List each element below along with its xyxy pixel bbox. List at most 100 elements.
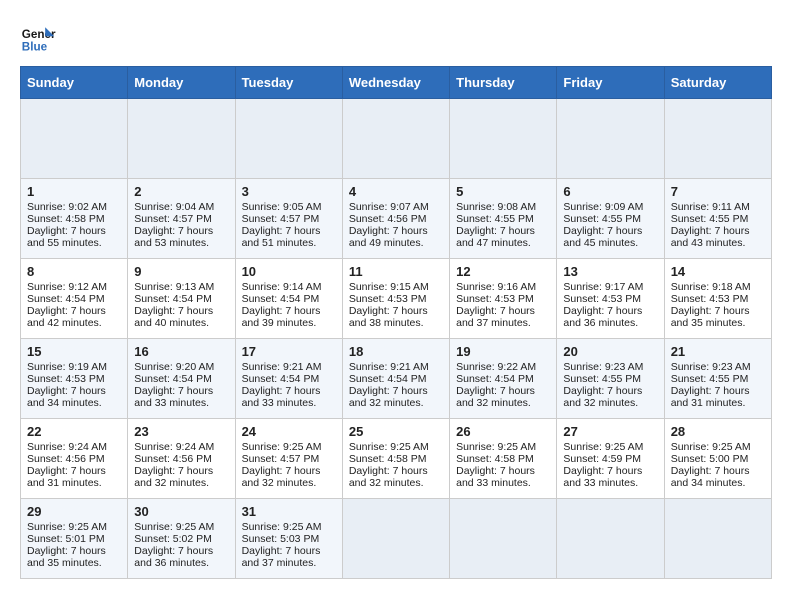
sunset-text: Sunset: 4:56 PM (134, 453, 212, 465)
sunset-text: Sunset: 4:56 PM (349, 213, 427, 225)
daylight-text: Daylight: 7 hours and 32 minutes. (349, 465, 428, 489)
logo: General Blue (20, 20, 60, 56)
day-number: 25 (349, 424, 443, 439)
header-thursday: Thursday (450, 67, 557, 99)
day-number: 19 (456, 344, 550, 359)
daylight-text: Daylight: 7 hours and 32 minutes. (563, 385, 642, 409)
sunset-text: Sunset: 4:54 PM (134, 373, 212, 385)
sunset-text: Sunset: 4:54 PM (349, 373, 427, 385)
calendar-week-5: 22Sunrise: 9:24 AMSunset: 4:56 PMDayligh… (21, 419, 772, 499)
daylight-text: Daylight: 7 hours and 32 minutes. (456, 385, 535, 409)
day-number: 9 (134, 264, 228, 279)
daylight-text: Daylight: 7 hours and 37 minutes. (456, 305, 535, 329)
sunrise-text: Sunrise: 9:25 AM (134, 521, 214, 533)
calendar-cell: 19Sunrise: 9:22 AMSunset: 4:54 PMDayligh… (450, 339, 557, 419)
svg-text:Blue: Blue (22, 41, 48, 54)
sunset-text: Sunset: 4:56 PM (27, 453, 105, 465)
day-number: 21 (671, 344, 765, 359)
daylight-text: Daylight: 7 hours and 32 minutes. (242, 465, 321, 489)
sunset-text: Sunset: 4:54 PM (27, 293, 105, 305)
sunrise-text: Sunrise: 9:14 AM (242, 281, 322, 293)
page-header: General Blue (20, 20, 772, 56)
header-wednesday: Wednesday (342, 67, 449, 99)
daylight-text: Daylight: 7 hours and 33 minutes. (456, 465, 535, 489)
calendar-cell: 11Sunrise: 9:15 AMSunset: 4:53 PMDayligh… (342, 259, 449, 339)
day-number: 22 (27, 424, 121, 439)
day-number: 7 (671, 184, 765, 199)
sunrise-text: Sunrise: 9:13 AM (134, 281, 214, 293)
sunset-text: Sunset: 4:57 PM (134, 213, 212, 225)
sunrise-text: Sunrise: 9:18 AM (671, 281, 751, 293)
calendar-cell: 4 Sunrise: 9:07 AMSunset: 4:56 PMDaylight… (342, 179, 449, 259)
calendar-cell (21, 99, 128, 179)
sunrise-text: Sunrise: 9:05 AM (242, 201, 322, 213)
daylight-text: Daylight: 7 hours and 32 minutes. (349, 385, 428, 409)
sunrise-text: Sunrise: 9:17 AM (563, 281, 643, 293)
day-number: 8 (27, 264, 121, 279)
daylight-text: Daylight: 7 hours and 39 minutes. (242, 305, 321, 329)
day-number: 4 (349, 184, 443, 199)
calendar-cell: 12Sunrise: 9:16 AMSunset: 4:53 PMDayligh… (450, 259, 557, 339)
calendar-cell: 13Sunrise: 9:17 AMSunset: 4:53 PMDayligh… (557, 259, 664, 339)
calendar-week-3: 8Sunrise: 9:12 AMSunset: 4:54 PMDaylight… (21, 259, 772, 339)
day-number: 31 (242, 504, 336, 519)
daylight-text: Daylight: 7 hours and 37 minutes. (242, 545, 321, 569)
calendar-cell (557, 499, 664, 579)
day-number: 16 (134, 344, 228, 359)
sunset-text: Sunset: 4:53 PM (563, 293, 641, 305)
sunrise-text: Sunrise: 9:25 AM (242, 521, 322, 533)
sunrise-text: Sunrise: 9:22 AM (456, 361, 536, 373)
sunrise-text: Sunrise: 9:02 AM (27, 201, 107, 213)
calendar-cell: 7Sunrise: 9:11 AMSunset: 4:55 PMDaylight… (664, 179, 771, 259)
sunrise-text: Sunrise: 9:20 AM (134, 361, 214, 373)
day-number: 18 (349, 344, 443, 359)
sunrise-text: Sunrise: 9:25 AM (242, 441, 322, 453)
calendar-table: SundayMondayTuesdayWednesdayThursdayFrid… (20, 66, 772, 579)
daylight-text: Daylight: 7 hours and 45 minutes. (563, 225, 642, 249)
calendar-cell (128, 99, 235, 179)
daylight-text: Daylight: 7 hours and 47 minutes. (456, 225, 535, 249)
sunrise-text: Sunrise: 9:24 AM (27, 441, 107, 453)
calendar-cell: 30Sunrise: 9:25 AMSunset: 5:02 PMDayligh… (128, 499, 235, 579)
daylight-text: Daylight: 7 hours and 49 minutes. (349, 225, 428, 249)
calendar-cell: 8Sunrise: 9:12 AMSunset: 4:54 PMDaylight… (21, 259, 128, 339)
daylight-text: Daylight: 7 hours and 34 minutes. (671, 465, 750, 489)
calendar-cell (450, 99, 557, 179)
daylight-text: Daylight: 7 hours and 36 minutes. (134, 545, 213, 569)
calendar-cell (450, 499, 557, 579)
daylight-text: Daylight: 7 hours and 32 minutes. (134, 465, 213, 489)
daylight-text: Daylight: 7 hours and 43 minutes. (671, 225, 750, 249)
calendar-cell (342, 499, 449, 579)
logo-icon: General Blue (20, 20, 56, 56)
day-number: 11 (349, 264, 443, 279)
header-monday: Monday (128, 67, 235, 99)
calendar-cell (664, 99, 771, 179)
day-number: 23 (134, 424, 228, 439)
sunrise-text: Sunrise: 9:25 AM (671, 441, 751, 453)
day-number: 14 (671, 264, 765, 279)
calendar-cell: 29Sunrise: 9:25 AMSunset: 5:01 PMDayligh… (21, 499, 128, 579)
sunrise-text: Sunrise: 9:23 AM (563, 361, 643, 373)
day-number: 20 (563, 344, 657, 359)
day-number: 17 (242, 344, 336, 359)
calendar-cell: 14Sunrise: 9:18 AMSunset: 4:53 PMDayligh… (664, 259, 771, 339)
sunrise-text: Sunrise: 9:07 AM (349, 201, 429, 213)
sunset-text: Sunset: 4:54 PM (242, 293, 320, 305)
calendar-cell: 17Sunrise: 9:21 AMSunset: 4:54 PMDayligh… (235, 339, 342, 419)
calendar-cell: 20 Sunrise: 9:23 AMSunset: 4:55 PMDayligh… (557, 339, 664, 419)
day-number: 3 (242, 184, 336, 199)
sunset-text: Sunset: 5:00 PM (671, 453, 749, 465)
daylight-text: Daylight: 7 hours and 36 minutes. (563, 305, 642, 329)
sunset-text: Sunset: 4:55 PM (563, 373, 641, 385)
day-number: 28 (671, 424, 765, 439)
daylight-text: Daylight: 7 hours and 42 minutes. (27, 305, 106, 329)
sunrise-text: Sunrise: 9:16 AM (456, 281, 536, 293)
sunset-text: Sunset: 4:58 PM (349, 453, 427, 465)
calendar-week-1 (21, 99, 772, 179)
calendar-cell (342, 99, 449, 179)
day-number: 12 (456, 264, 550, 279)
day-number: 2 (134, 184, 228, 199)
calendar-cell: 15Sunrise: 9:19 AMSunset: 4:53 PMDayligh… (21, 339, 128, 419)
sunrise-text: Sunrise: 9:19 AM (27, 361, 107, 373)
daylight-text: Daylight: 7 hours and 55 minutes. (27, 225, 106, 249)
